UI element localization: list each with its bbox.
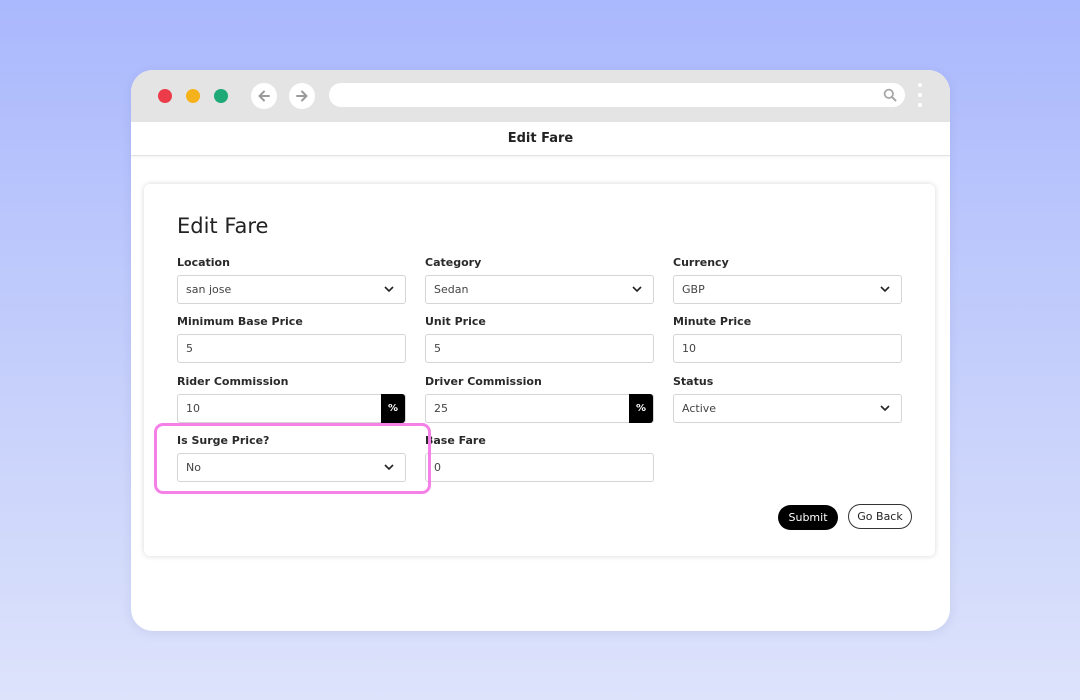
rider-commission-field: Rider Commission 10 % <box>177 375 406 423</box>
min-base-price-label: Minimum Base Price <box>177 315 303 328</box>
is-surge-price-value: No <box>186 461 201 474</box>
forward-arrow-icon <box>296 90 308 102</box>
category-field: Category Sedan <box>425 256 654 304</box>
base-fare-value: 0 <box>434 461 441 474</box>
page-header: Edit Fare <box>131 122 950 156</box>
category-label: Category <box>425 256 482 269</box>
back-button[interactable] <box>251 83 277 109</box>
location-field: Location san jose <box>177 256 406 304</box>
rider-commission-input[interactable]: 10 % <box>177 394 406 423</box>
unit-price-field: Unit Price 5 <box>425 315 654 363</box>
forward-button[interactable] <box>289 83 315 109</box>
min-base-price-field: Minimum Base Price 5 <box>177 315 406 363</box>
back-arrow-icon <box>258 90 270 102</box>
currency-value: GBP <box>682 283 705 296</box>
location-select[interactable]: san jose <box>177 275 406 304</box>
is-surge-price-select[interactable]: No <box>177 453 406 482</box>
address-bar[interactable] <box>329 83 905 107</box>
currency-field: Currency GBP <box>673 256 902 304</box>
browser-window: Edit Fare Edit Fare Location san jose Ca… <box>131 70 950 631</box>
chevron-down-icon <box>384 464 394 471</box>
percent-addon: % <box>381 394 405 423</box>
chevron-down-icon <box>880 405 890 412</box>
base-fare-field: Base Fare 0 <box>425 434 654 482</box>
minute-price-value: 10 <box>682 342 696 355</box>
unit-price-input[interactable]: 5 <box>425 334 654 363</box>
location-label: Location <box>177 256 230 269</box>
form-title: Edit Fare <box>177 214 269 238</box>
percent-addon: % <box>629 394 653 423</box>
maximize-window-dot[interactable] <box>214 89 228 103</box>
base-fare-label: Base Fare <box>425 434 486 447</box>
is-surge-price-field: Is Surge Price? No <box>177 434 406 482</box>
status-value: Active <box>682 402 717 415</box>
currency-select[interactable]: GBP <box>673 275 902 304</box>
min-base-price-value: 5 <box>186 342 193 355</box>
search-icon[interactable] <box>883 88 897 102</box>
minimize-window-dot[interactable] <box>186 89 200 103</box>
chevron-down-icon <box>384 286 394 293</box>
rider-commission-value: 10 <box>186 402 200 415</box>
rider-commission-label: Rider Commission <box>177 375 289 388</box>
driver-commission-label: Driver Commission <box>425 375 542 388</box>
is-surge-price-label: Is Surge Price? <box>177 434 270 447</box>
submit-button[interactable]: Submit <box>778 505 838 530</box>
edit-fare-card: Edit Fare Location san jose Category Sed… <box>144 184 935 556</box>
go-back-button[interactable]: Go Back <box>848 504 912 529</box>
driver-commission-field: Driver Commission 25 % <box>425 375 654 423</box>
unit-price-label: Unit Price <box>425 315 486 328</box>
page-title: Edit Fare <box>507 131 574 146</box>
currency-label: Currency <box>673 256 729 269</box>
minute-price-label: Minute Price <box>673 315 752 328</box>
close-window-dot[interactable] <box>158 89 172 103</box>
status-field: Status Active <box>673 375 902 423</box>
kebab-menu-icon[interactable] <box>916 83 924 109</box>
base-fare-input[interactable]: 0 <box>425 453 654 482</box>
driver-commission-value: 25 <box>434 402 448 415</box>
driver-commission-input[interactable]: 25 % <box>425 394 654 423</box>
status-label: Status <box>673 375 714 388</box>
category-select[interactable]: Sedan <box>425 275 654 304</box>
unit-price-value: 5 <box>434 342 441 355</box>
status-select[interactable]: Active <box>673 394 902 423</box>
location-value: san jose <box>186 283 232 296</box>
minute-price-field: Minute Price 10 <box>673 315 902 363</box>
chevron-down-icon <box>632 286 642 293</box>
browser-toolbar <box>131 70 950 122</box>
minute-price-input[interactable]: 10 <box>673 334 902 363</box>
chevron-down-icon <box>880 286 890 293</box>
min-base-price-input[interactable]: 5 <box>177 334 406 363</box>
category-value: Sedan <box>434 283 469 296</box>
